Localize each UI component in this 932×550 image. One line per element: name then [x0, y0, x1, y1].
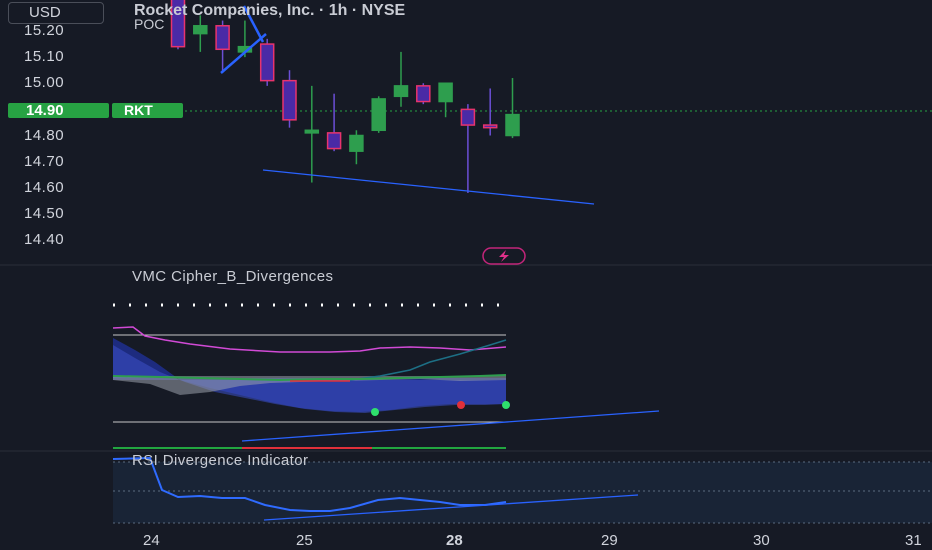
- lightning-icon[interactable]: [482, 247, 526, 265]
- price-tick-label: 15.10: [24, 48, 65, 66]
- rsi-indicator-title[interactable]: RSI Divergence Indicator: [132, 452, 308, 469]
- candle-body[interactable]: [460, 108, 476, 126]
- candle-body[interactable]: [505, 113, 520, 137]
- vmc-buy-dot: [371, 408, 379, 416]
- price-tick-label: 14.60: [24, 178, 65, 196]
- price-tick-label: 15.00: [24, 74, 65, 92]
- chart-stage[interactable]: USD Rocket Companies, Inc. · 1h · NYSE P…: [0, 0, 932, 550]
- lightning-icon-svg: [482, 247, 526, 265]
- vmc-divergence-trendline[interactable]: [241, 410, 660, 442]
- time-tick-label: 30: [753, 532, 770, 549]
- current-price-badge: 14.90: [8, 102, 109, 119]
- support-trendline[interactable]: [262, 169, 595, 205]
- candle-body[interactable]: [259, 43, 275, 82]
- currency-label: USD: [29, 4, 61, 21]
- symbol-title: Rocket Companies, Inc. · 1h · NYSE: [134, 2, 406, 19]
- price-tick-label: 14.80: [24, 126, 65, 144]
- time-tick-label: 28: [446, 532, 463, 549]
- vmc-upper-line: [112, 326, 507, 353]
- candles-group: [170, 0, 520, 193]
- vmc-sell-dot: [457, 401, 465, 409]
- time-tick-label: 31: [905, 532, 922, 549]
- ticker-badge-label: RKT: [124, 102, 153, 118]
- candle-body[interactable]: [282, 79, 297, 121]
- candle-body[interactable]: [371, 98, 386, 132]
- candle-body[interactable]: [349, 134, 364, 152]
- candle-body[interactable]: [215, 25, 230, 51]
- candle-body[interactable]: [416, 85, 431, 103]
- current-price-value: 14.90: [26, 102, 64, 119]
- time-tick-label: 29: [601, 532, 618, 549]
- time-tick-label: 24: [143, 532, 160, 549]
- ticker-badge: RKT: [112, 102, 183, 118]
- poc-label: POC: [134, 16, 165, 32]
- price-tick-label: 14.50: [24, 204, 65, 222]
- candle-body[interactable]: [193, 25, 208, 35]
- vmc-fast-wave: [349, 339, 507, 381]
- vmc-pane: [112, 303, 660, 449]
- candle-body[interactable]: [438, 82, 453, 103]
- candle-body[interactable]: [304, 129, 320, 134]
- vmc-buy-dot: [502, 401, 510, 409]
- candle-body[interactable]: [326, 132, 342, 150]
- rsi-band: [113, 462, 932, 523]
- candle-body[interactable]: [482, 124, 498, 129]
- price-tick-label: 15.20: [24, 22, 65, 39]
- time-tick-label: 25: [296, 532, 313, 549]
- vmc-indicator-title[interactable]: VMC Cipher_B_Divergences: [132, 268, 333, 285]
- currency-badge[interactable]: USD: [8, 2, 104, 24]
- candle-body[interactable]: [393, 85, 409, 98]
- price-tick-label: 14.70: [24, 152, 65, 170]
- price-tick-label: 14.40: [24, 231, 65, 248]
